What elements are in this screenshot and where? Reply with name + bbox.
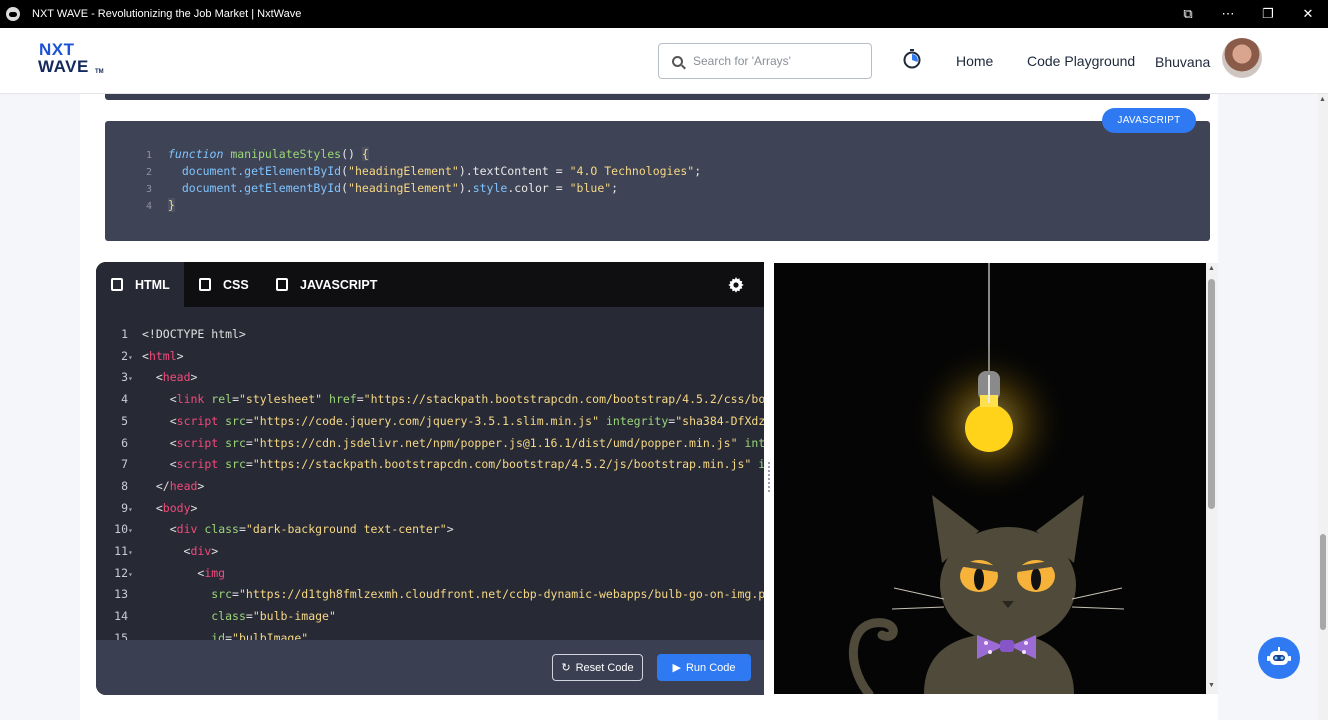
close-window-button[interactable]: ✕ (1288, 0, 1328, 28)
editor-line: 1 <!DOCTYPE html> (121, 327, 246, 341)
tab-javascript[interactable]: JAVASCRIPT (276, 262, 396, 307)
scroll-down-arrow-icon[interactable]: ▼ (1208, 682, 1215, 689)
snippet-line: 3 document.getElementById("headingElemen… (146, 181, 619, 195)
avatar[interactable] (1222, 38, 1262, 78)
editor-line: 8 </head> (121, 478, 205, 493)
window-title: NXT WAVE - Revolutionizing the Job Marke… (32, 8, 302, 20)
logo-line-1: NXT (39, 40, 75, 59)
editor-line: 9▾ <body> (121, 500, 198, 515)
previous-code-block-edge (105, 94, 1210, 100)
page-scroll-thumb[interactable] (1320, 534, 1326, 630)
reset-code-button[interactable]: ↻ Reset Code (552, 654, 643, 681)
editor-line: 10▾ <div class="dark-background text-cen… (114, 522, 454, 537)
editor-tabs: HTML CSS JAVASCRIPT (96, 262, 764, 307)
user-name[interactable]: Bhuvana (1155, 54, 1210, 70)
site-header: NXT WAVE TM Home Code Playground Bhuvana (0, 28, 1328, 94)
editor-line: 12▾ <img (114, 565, 226, 580)
editor-line: 5 <script src="https://code.jquery.com/j… (121, 413, 764, 428)
search-box[interactable] (658, 43, 872, 79)
js-file-icon (276, 278, 288, 291)
language-badge: JAVASCRIPT (1102, 108, 1196, 133)
logo-line-2: WAVE (38, 57, 89, 76)
css3-icon (199, 278, 211, 291)
editor-line: 14 class="bulb-image" (114, 609, 336, 624)
logo-tm: TM (95, 69, 104, 75)
snippet-line: 4} (146, 198, 175, 212)
reset-icon: ↻ (561, 662, 571, 674)
stopwatch-icon[interactable] (903, 49, 921, 69)
drag-grip-icon (768, 462, 770, 492)
chatbot-button[interactable] (1258, 637, 1300, 679)
editor-line: 11▾ <div> (114, 544, 219, 558)
html5-icon (111, 278, 123, 291)
tab-css[interactable]: CSS (199, 262, 263, 307)
browser-app-icon (6, 7, 20, 21)
reset-label: Reset Code (575, 661, 634, 674)
page-scrollbar[interactable]: ▲ (1318, 94, 1328, 720)
snippet-line: 1 function manipulateStyles() { (146, 147, 369, 161)
output-preview (774, 263, 1206, 694)
gear-icon[interactable] (728, 277, 744, 293)
editor-line: 7 <script src="https://stackpath.bootstr… (121, 457, 764, 472)
editor-line: 2▾ <html> (121, 348, 184, 363)
tab-label: JAVASCRIPT (300, 277, 378, 292)
snippet-line: 2 document.getElementById("headingElemen… (146, 164, 702, 178)
nav-home-link[interactable]: Home (956, 53, 993, 69)
editor-line: 4 <link rel="stylesheet" href="https://s… (121, 392, 764, 407)
nxtwave-logo[interactable]: NXT WAVE TM (38, 41, 108, 81)
editor-footer: ↻ Reset Code ▶ Run Code (96, 640, 764, 695)
search-icon (672, 55, 683, 67)
search-input[interactable] (693, 54, 863, 68)
tab-label: HTML (135, 277, 170, 292)
code-editor: HTML CSS JAVASCRIPT 1 <!DOCTYPE html> 2▾ <h… (96, 262, 764, 695)
editor-line: 13 src="https://d1tgh8fmlzexmh.cloudfron… (114, 587, 764, 602)
preview-scrollbar[interactable]: ▲ ▼ (1206, 263, 1218, 694)
preview-scroll-thumb[interactable] (1208, 279, 1215, 509)
page-scroll-up-arrow-icon[interactable]: ▲ (1319, 96, 1326, 103)
window-titlebar: NXT WAVE - Revolutionizing the Job Marke… (0, 0, 1328, 28)
tab-html[interactable]: HTML (96, 262, 184, 307)
editor-line: 3▾ <head> (121, 370, 198, 385)
cast-icon[interactable]: ⧉ (1168, 0, 1208, 28)
run-code-button[interactable]: ▶ Run Code (657, 654, 751, 681)
chatbot-icon (1267, 647, 1291, 665)
scroll-up-arrow-icon[interactable]: ▲ (1208, 265, 1215, 272)
run-label: Run Code (685, 661, 736, 674)
restore-window-button[interactable]: ❐ (1248, 0, 1288, 28)
tab-label: CSS (223, 277, 249, 292)
editor-line: 6 <script src="https://cdn.jsdelivr.net/… (121, 435, 764, 450)
pane-resize-handle[interactable] (764, 262, 774, 695)
bulb-and-cat-illustration (849, 263, 1125, 694)
play-icon: ▶ (672, 662, 681, 674)
more-options-icon[interactable]: ⋯ (1208, 0, 1248, 28)
nav-code-playground-link[interactable]: Code Playground (1027, 53, 1135, 69)
